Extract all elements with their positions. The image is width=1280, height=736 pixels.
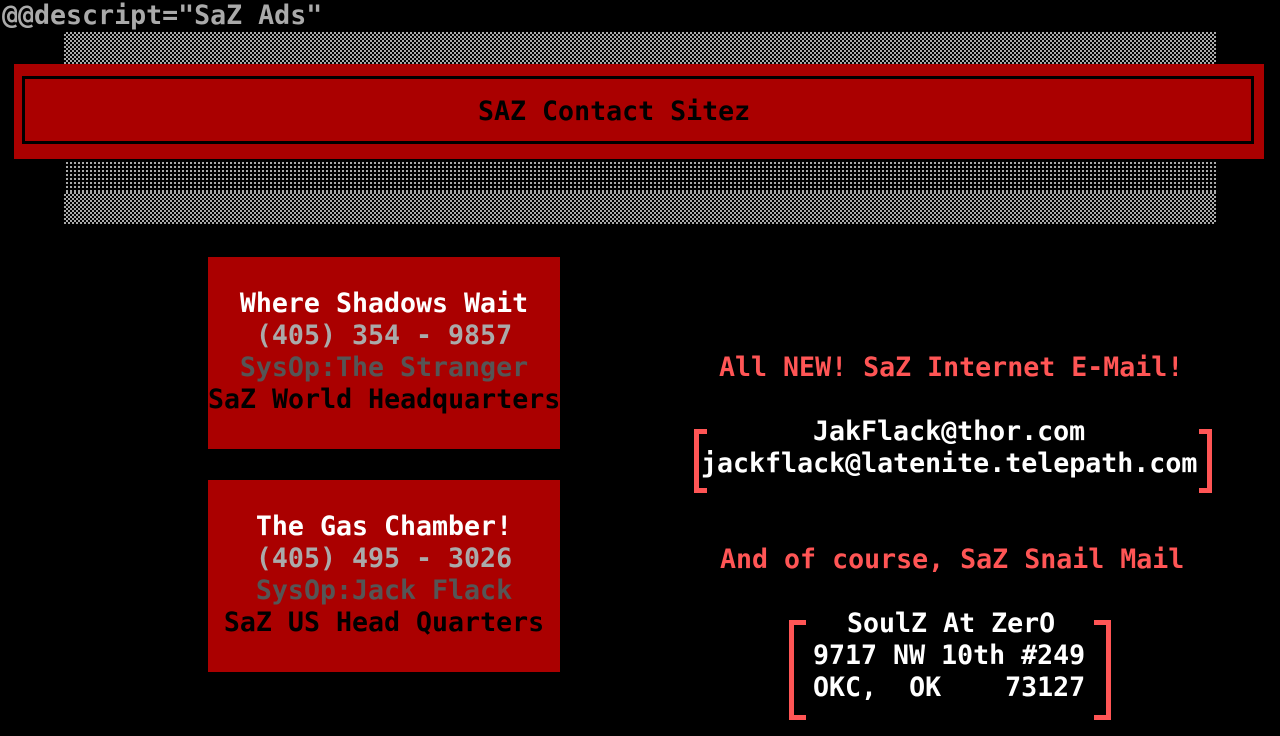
snail-org: SoulZ At ZerO — [847, 608, 1055, 640]
bbs-sysop: SysOp:The Stranger — [208, 352, 560, 384]
snail-mail-heading: And of course, SaZ Snail Mail — [720, 544, 1184, 576]
bbs-card-us-hq: The Gas Chamber! (405) 495 - 3026 SysOp:… — [208, 480, 560, 672]
bbs-phone: (405) 354 - 9857 — [208, 320, 560, 352]
banner-title: SAZ Contact Sitez — [478, 96, 750, 128]
bbs-sysop: SysOp:Jack Flack — [208, 575, 560, 607]
bbs-name: The Gas Chamber! — [208, 511, 560, 543]
email-address-1: JakFlack@thor.com — [813, 416, 1085, 448]
dither-band-dark — [64, 160, 1216, 192]
snail-city: OKC, OK 73127 — [813, 672, 1085, 704]
bbs-name: Where Shadows Wait — [208, 288, 560, 320]
right-bracket-icon — [1199, 429, 1212, 493]
descript-line: @@descript="SaZ Ads" — [2, 0, 322, 32]
right-bracket-icon — [1094, 620, 1111, 720]
bbs-caption: SaZ US Head Quarters — [208, 607, 560, 639]
dither-band-bottom — [64, 192, 1216, 224]
ansi-bbs-ad-screen: @@descript="SaZ Ads" SAZ Contact Sitez W… — [0, 0, 1280, 736]
left-bracket-icon — [789, 620, 806, 720]
email-heading: All NEW! SaZ Internet E-Mail! — [719, 352, 1183, 384]
bbs-caption: SaZ World Headquarters — [208, 384, 560, 416]
dither-band-top — [64, 32, 1216, 64]
email-address-2: jackflack@latenite.telepath.com — [701, 448, 1197, 480]
bbs-card-world-hq: Where Shadows Wait (405) 354 - 9857 SysO… — [208, 257, 560, 449]
bbs-phone: (405) 495 - 3026 — [208, 543, 560, 575]
snail-street: 9717 NW 10th #249 — [813, 640, 1085, 672]
